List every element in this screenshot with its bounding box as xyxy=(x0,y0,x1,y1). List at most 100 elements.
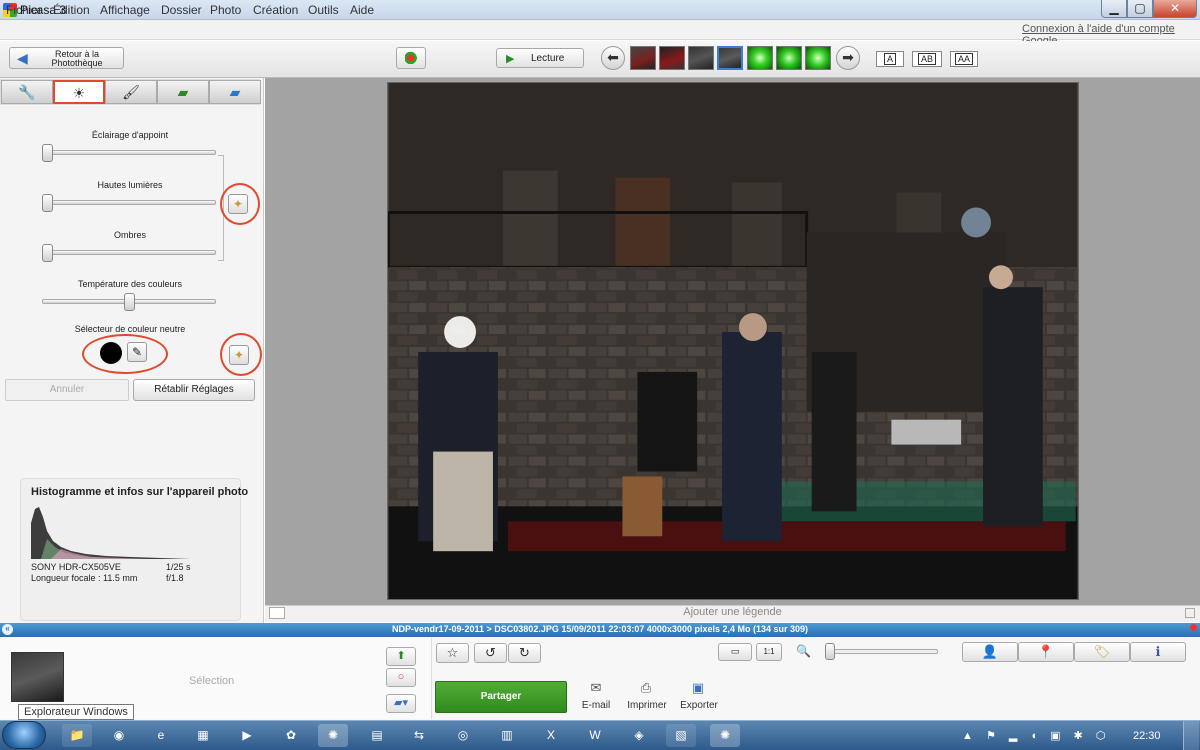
filmstrip-thumb[interactable] xyxy=(805,46,831,70)
media-taskbar-icon[interactable]: ▶ xyxy=(232,724,262,747)
ie-taskbar-icon[interactable]: e xyxy=(146,724,176,747)
undo-button[interactable]: Annuler xyxy=(5,379,129,401)
word-taskbar-icon[interactable]: W xyxy=(580,724,610,747)
pin-selection-button[interactable]: ⬆ xyxy=(386,647,416,666)
slideshow-play-button[interactable]: ▶ Lecture xyxy=(496,48,584,68)
neutral-picker-label: Sélecteur de couleur neutre xyxy=(74,324,186,334)
people-button[interactable]: 👤 xyxy=(962,642,1018,662)
zoom-actual-button[interactable]: 1:1 xyxy=(756,643,782,661)
rotate-left-button[interactable]: ↺ xyxy=(474,643,507,663)
resize-corner-icon[interactable] xyxy=(1185,608,1195,618)
play-label: Lecture xyxy=(531,53,565,64)
export-icon[interactable]: ▣ xyxy=(690,681,706,694)
reset-settings-button[interactable]: Rétablir Réglages xyxy=(133,379,255,401)
highlights-track[interactable] xyxy=(42,200,216,205)
back-to-library-button[interactable]: ◀ Retour à la Photothèque xyxy=(9,47,124,69)
color-tool-button[interactable] xyxy=(396,47,426,69)
app-taskbar-icon-1[interactable]: ▦ xyxy=(188,724,218,747)
tab-basic-fixes[interactable]: 🔧 xyxy=(1,80,53,104)
zoom-fit-button[interactable]: ▭ xyxy=(718,643,752,661)
star-button[interactable]: ☆ xyxy=(436,643,469,663)
tab-tuning[interactable]: ☀ xyxy=(53,80,105,104)
tab-effects-1[interactable]: 🖌 xyxy=(105,80,157,104)
caption-input[interactable]: Ajouter une légende xyxy=(265,606,1200,618)
system-tray-icons[interactable]: ▲ ⚑ ▂ ◖ ▣ ✱ ⬡ xyxy=(962,729,1110,742)
excel-taskbar-icon[interactable]: X xyxy=(536,724,566,747)
places-button[interactable]: 📍 xyxy=(1018,642,1074,662)
map-pin-icon: 📍 xyxy=(1037,644,1055,659)
photo-image[interactable] xyxy=(387,82,1079,600)
menu-edition[interactable]: Édition xyxy=(53,3,90,17)
calculator-taskbar-icon[interactable]: ▥ xyxy=(492,724,522,747)
firefox-taskbar-icon[interactable]: ◉ xyxy=(104,724,134,747)
eyedropper-button[interactable]: ✎ xyxy=(127,342,147,362)
close-button[interactable]: ✕ xyxy=(1153,0,1197,18)
previous-photo-button[interactable]: ⬅ xyxy=(601,46,625,70)
share-button[interactable]: Partager xyxy=(435,681,567,713)
toolbar xyxy=(0,41,1200,78)
next-photo-button[interactable]: ➡ xyxy=(836,46,860,70)
filmstrip-thumb-selected[interactable] xyxy=(717,46,743,70)
tab-effects-3[interactable]: ▰ xyxy=(209,80,261,104)
headlamp-glow xyxy=(444,316,476,348)
geotag-pin-icon[interactable] xyxy=(1190,624,1197,634)
menu-dossier[interactable]: Dossier xyxy=(161,3,202,17)
app-taskbar-icon-3[interactable]: ▤ xyxy=(362,724,392,747)
filmstrip-thumb[interactable] xyxy=(776,46,802,70)
email-label[interactable]: E-mail xyxy=(576,700,616,711)
picasa-active-taskbar-icon[interactable]: ✺ xyxy=(710,724,740,747)
layout-compare-button[interactable]: AB xyxy=(912,51,942,67)
layout-duplicate-button[interactable]: AA xyxy=(950,51,978,67)
picasa-taskbar-icon[interactable]: ✺ xyxy=(318,724,348,747)
minimize-button[interactable]: ▁ xyxy=(1101,0,1127,18)
menu-aide[interactable]: Aide xyxy=(350,3,374,17)
tray-thumbnail[interactable] xyxy=(11,652,64,702)
print-label[interactable]: Imprimer xyxy=(622,700,672,711)
filmstrip-thumb[interactable] xyxy=(659,46,685,70)
app-taskbar-icon-6[interactable]: ▧ xyxy=(666,724,696,747)
shadows-knob[interactable] xyxy=(42,244,53,262)
brush-icon: 🖌 xyxy=(122,84,140,100)
color-temp-knob[interactable] xyxy=(123,293,135,311)
maximize-button[interactable]: ▢ xyxy=(1127,0,1153,18)
highlights-knob[interactable] xyxy=(42,194,53,212)
app-taskbar-icon-2[interactable]: ✿ xyxy=(276,724,306,747)
menu-fichier[interactable]: Fichier xyxy=(6,3,42,17)
fill-light-knob[interactable] xyxy=(42,144,53,162)
layout-compare-label: AB xyxy=(917,53,936,65)
shadows-track[interactable] xyxy=(42,250,216,255)
app-taskbar-icon-5[interactable]: ◈ xyxy=(624,724,654,747)
show-desktop-button[interactable] xyxy=(1183,721,1199,750)
explorer-taskbar-icon[interactable]: 📁 xyxy=(62,724,92,747)
auto-contrast-button[interactable]: ✦ xyxy=(228,194,248,214)
layout-single-button[interactable]: A xyxy=(876,51,904,67)
printer-icon[interactable]: ⎙ xyxy=(638,681,654,694)
tab-effects-2[interactable]: ▰ xyxy=(157,80,209,104)
filmstrip-thumb[interactable] xyxy=(688,46,714,70)
fill-light-track[interactable] xyxy=(42,150,216,155)
shutter-speed: 1/25 s xyxy=(166,562,191,572)
export-label[interactable]: Exporter xyxy=(676,700,722,711)
zoom-slider-track[interactable] xyxy=(828,649,938,654)
log-stool xyxy=(622,476,663,537)
info-button[interactable]: ℹ xyxy=(1130,642,1186,662)
menu-outils[interactable]: Outils xyxy=(308,3,339,17)
app-taskbar-icon-4[interactable]: ⇆ xyxy=(404,724,434,747)
zoom-slider-knob[interactable] xyxy=(825,643,835,660)
rotate-right-button[interactable]: ↻ xyxy=(508,643,541,663)
taskbar-clock[interactable]: 22:30 xyxy=(1133,730,1161,742)
auto-color-button[interactable]: ✦ xyxy=(229,345,249,365)
tags-button[interactable]: 🏷 xyxy=(1074,642,1130,662)
menu-photo[interactable]: Photo xyxy=(210,3,241,17)
start-button[interactable] xyxy=(2,721,46,749)
filmstrip-thumb[interactable] xyxy=(747,46,773,70)
histogram-graph xyxy=(31,507,191,559)
menu-affichage[interactable]: Affichage xyxy=(100,3,150,17)
chrome-taskbar-icon[interactable]: ◎ xyxy=(448,724,478,747)
email-icon[interactable]: ✉ xyxy=(588,681,604,694)
add-to-album-button[interactable]: ▰▾ xyxy=(386,694,416,713)
filmstrip-thumb[interactable] xyxy=(630,46,656,70)
menu-creation[interactable]: Création xyxy=(253,3,298,17)
clear-selection-button[interactable]: ○ xyxy=(386,668,416,687)
fit-screen-icon: ▭ xyxy=(730,646,740,656)
